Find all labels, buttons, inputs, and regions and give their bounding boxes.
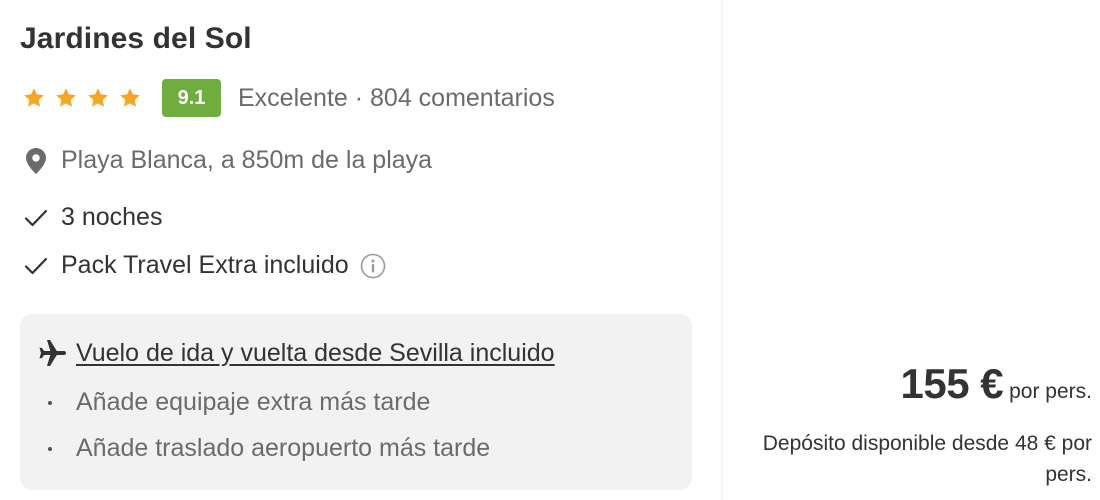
feature-row-pack: Pack Travel Extra incluido (24, 251, 386, 280)
rating-row: 9.1 Excelente · 804 comentarios (22, 78, 555, 118)
location-row: Playa Blanca, a 850m de la playa (24, 146, 432, 175)
location-text: Playa Blanca, a 850m de la playa (61, 146, 433, 174)
price-row: 155 € por pers. (901, 360, 1092, 408)
feature-label: 3 noches (61, 203, 163, 231)
check-icon (24, 204, 48, 232)
price-panel: 155 € por pers. Depósito disponible desd… (722, 0, 1100, 500)
flight-item-label: Añade equipaje extra más tarde (76, 388, 431, 416)
flight-item-label: Añade traslado aeropuerto más tarde (76, 434, 491, 462)
check-icon (24, 252, 48, 280)
star-icon (22, 86, 46, 110)
star-icon (54, 86, 78, 110)
list-item: Añade equipaje extra más tarde (48, 388, 430, 417)
score-badge: 9.1 (162, 79, 221, 117)
star-icon (86, 86, 110, 110)
feature-label: Pack Travel Extra incluido (61, 251, 349, 279)
list-item: Añade traslado aeropuerto más tarde (48, 434, 490, 463)
feature-row-nights: 3 noches (24, 203, 162, 232)
star-icon (118, 86, 142, 110)
price-unit: por pers. (1009, 380, 1092, 403)
price-amount: 155 € (900, 360, 1004, 407)
plane-icon (38, 338, 68, 368)
bullet-icon (48, 446, 52, 451)
flight-title-row: Vuelo de ida y vuelta desde Sevilla incl… (38, 338, 555, 368)
location-pin-icon (24, 147, 48, 175)
hotel-card: Jardines del Sol 9.1 Excelente · 804 com… (0, 0, 722, 500)
hotel-name[interactable]: Jardines del Sol (20, 22, 252, 56)
rating-summary[interactable]: Excelente · 804 comentarios (238, 84, 555, 113)
flight-info-box: Vuelo de ida y vuelta desde Sevilla incl… (20, 314, 692, 490)
deposit-text: Depósito disponible desde 48 € por pers. (762, 432, 1092, 486)
star-rating (22, 86, 142, 110)
info-icon[interactable] (360, 253, 386, 279)
flight-details-link[interactable]: Vuelo de ida y vuelta desde Sevilla incl… (76, 339, 555, 368)
bullet-icon (48, 400, 52, 405)
